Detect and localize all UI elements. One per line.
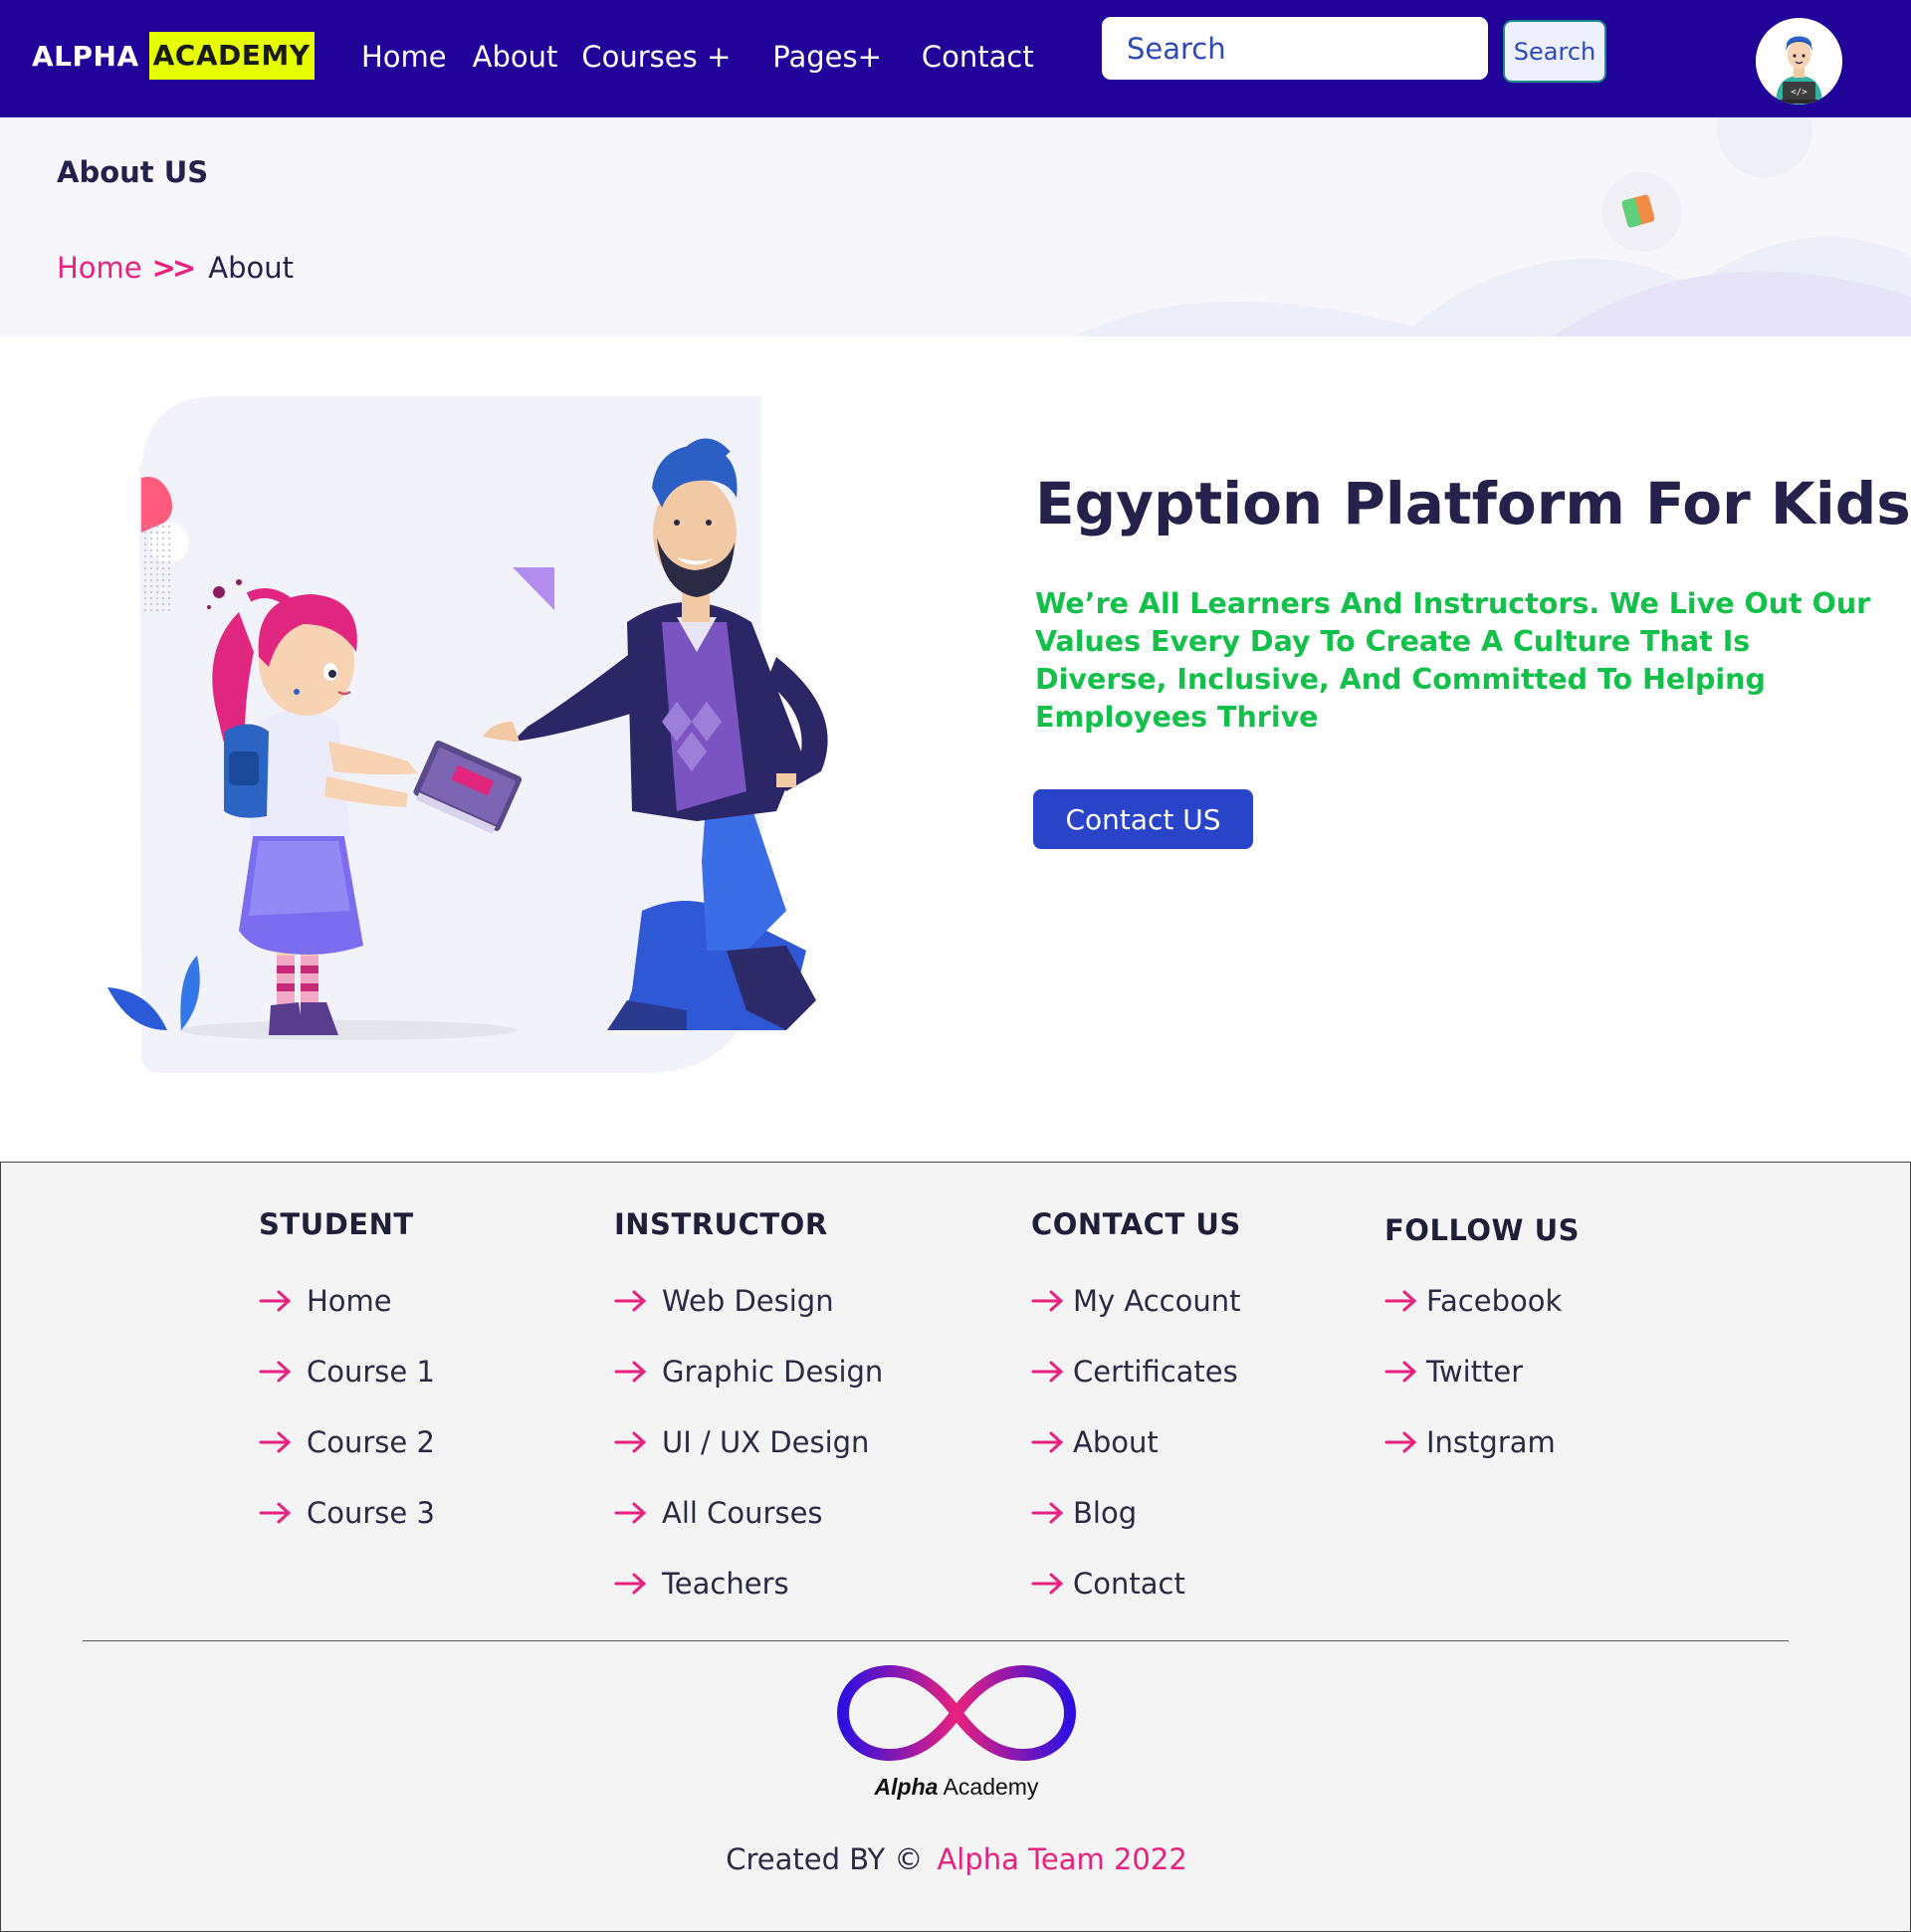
footer-credit: Created BY © Alpha Team 2022 — [1, 1842, 1911, 1876]
footer-link-certificates[interactable]: Certificates — [1031, 1336, 1241, 1406]
main-nav: Home About Courses + Pages+ Contact — [361, 34, 1034, 80]
footer-link-label: Course 3 — [307, 1495, 435, 1530]
footer-logo-text-alpha: Alpha — [874, 1774, 939, 1800]
breadcrumb-home-link[interactable]: Home — [57, 251, 142, 285]
footer-link-about[interactable]: About — [1031, 1406, 1241, 1477]
arrow-right-icon — [259, 1502, 293, 1524]
footer-link-course-2[interactable]: Course 2 — [259, 1406, 435, 1477]
footer-link-label: All Courses — [662, 1495, 823, 1530]
user-avatar-icon: </> — [1756, 18, 1842, 105]
user-avatar[interactable]: </> — [1756, 18, 1842, 105]
footer-link-course-1[interactable]: Course 1 — [259, 1336, 435, 1406]
svg-text:</>: </> — [1791, 88, 1807, 98]
search-button[interactable]: Search — [1503, 20, 1606, 83]
footer-link-label: Twitter — [1426, 1354, 1524, 1389]
about-illustration — [90, 393, 956, 1080]
footer-link-label: Graphic Design — [662, 1354, 884, 1389]
breadcrumb-chevrons-icon: >> — [151, 251, 197, 285]
nav-link-courses[interactable]: Courses + — [581, 40, 731, 74]
footer-logo-text-academy: Academy — [938, 1774, 1039, 1800]
brand-name-alpha: ALPHA — [32, 39, 139, 73]
footer-column-instructor: INSTRUCTOR Web Design Graphic Design UI … — [614, 1207, 883, 1618]
footer-logo[interactable] — [835, 1663, 1078, 1763]
banner-wave-decoration — [1075, 117, 1911, 336]
footer-link-web-design[interactable]: Web Design — [614, 1265, 883, 1336]
footer-link-twitter[interactable]: Twitter — [1384, 1336, 1580, 1406]
footer-link-teachers[interactable]: Teachers — [614, 1548, 883, 1618]
footer-column-title: INSTRUCTOR — [614, 1207, 828, 1241]
footer-link-home[interactable]: Home — [259, 1265, 435, 1336]
nav-link-pages[interactable]: Pages+ — [772, 40, 882, 74]
footer-column-follow: FOLLOW US Facebook Twitter Instgram — [1384, 1213, 1580, 1477]
footer-link-course-3[interactable]: Course 3 — [259, 1477, 435, 1548]
footer-link-label: Facebook — [1426, 1283, 1563, 1318]
footer-link-label: Blog — [1073, 1495, 1138, 1530]
breadcrumb: Home >> About — [57, 251, 294, 285]
arrow-right-icon — [1031, 1573, 1065, 1595]
footer-link-label: Course 1 — [307, 1354, 435, 1389]
arrow-right-icon — [614, 1502, 648, 1524]
about-description: We’re All Learners And Instructors. We L… — [1035, 587, 1871, 734]
footer-link-facebook[interactable]: Facebook — [1384, 1265, 1580, 1336]
footer-link-label: Certificates — [1073, 1354, 1238, 1389]
arrow-right-icon — [1031, 1361, 1065, 1383]
footer-link-label: Contact — [1073, 1566, 1185, 1601]
footer-link-label: My Account — [1073, 1283, 1241, 1318]
footer-link-label: Web Design — [662, 1283, 834, 1318]
footer-link-label: Course 2 — [307, 1424, 435, 1459]
footer-column-title: CONTACT US — [1031, 1207, 1241, 1241]
footer-column-title: STUDENT — [259, 1207, 414, 1241]
footer-link-contact[interactable]: Contact — [1031, 1548, 1241, 1618]
arrow-right-icon — [1031, 1431, 1065, 1453]
footer-column-contact: CONTACT US My Account Certificates About… — [1031, 1207, 1241, 1618]
footer-link-all-courses[interactable]: All Courses — [614, 1477, 883, 1548]
footer-link-label: About — [1073, 1424, 1159, 1459]
footer-link-graphic-design[interactable]: Graphic Design — [614, 1336, 883, 1406]
arrow-right-icon — [259, 1290, 293, 1312]
contact-us-button[interactable]: Contact US — [1033, 789, 1253, 849]
nav-link-home[interactable]: Home — [361, 40, 447, 74]
arrow-right-icon — [1031, 1290, 1065, 1312]
footer: STUDENT Home Course 1 Course 2 Course 3 … — [0, 1162, 1911, 1932]
search-input[interactable] — [1102, 17, 1488, 80]
about-heading: Egyption Platform For Kids — [1035, 470, 1911, 537]
page-title: About US — [57, 155, 209, 189]
credit-team-link[interactable]: Alpha Team 2022 — [937, 1842, 1186, 1876]
brand-name-academy: ACADEMY — [148, 32, 315, 80]
arrow-right-icon — [259, 1431, 293, 1453]
arrow-right-icon — [1384, 1431, 1418, 1453]
footer-divider — [83, 1640, 1789, 1641]
footer-logo-text: Alpha Academy — [1, 1774, 1911, 1801]
brand-logo[interactable]: ALPHA ACADEMY — [32, 31, 315, 81]
arrow-right-icon — [614, 1361, 648, 1383]
nav-link-about[interactable]: About — [473, 40, 558, 74]
arrow-right-icon — [614, 1573, 648, 1595]
infinity-logo-icon — [836, 1664, 1077, 1762]
footer-link-label: Teachers — [662, 1566, 789, 1601]
footer-link-label: UI / UX Design — [662, 1424, 870, 1459]
page-banner: About US Home >> About — [0, 117, 1911, 336]
footer-link-label: Instgram — [1426, 1424, 1556, 1459]
navbar: ALPHA ACADEMY Home About Courses + Pages… — [0, 0, 1911, 117]
arrow-right-icon — [1384, 1290, 1418, 1312]
footer-link-blog[interactable]: Blog — [1031, 1477, 1241, 1548]
nav-link-contact[interactable]: Contact — [922, 40, 1034, 74]
footer-link-ui-ux-design[interactable]: UI / UX Design — [614, 1406, 883, 1477]
breadcrumb-current: About — [208, 251, 294, 285]
arrow-right-icon — [1031, 1502, 1065, 1524]
arrow-right-icon — [614, 1290, 648, 1312]
arrow-right-icon — [1384, 1361, 1418, 1383]
footer-link-instagram[interactable]: Instgram — [1384, 1406, 1580, 1477]
footer-link-label: Home — [307, 1283, 392, 1318]
footer-column-student: STUDENT Home Course 1 Course 2 Course 3 — [259, 1207, 435, 1548]
footer-link-my-account[interactable]: My Account — [1031, 1265, 1241, 1336]
arrow-right-icon — [259, 1361, 293, 1383]
arrow-right-icon — [614, 1431, 648, 1453]
footer-column-title: FOLLOW US — [1384, 1213, 1581, 1247]
credit-prefix: Created BY © — [726, 1842, 924, 1876]
